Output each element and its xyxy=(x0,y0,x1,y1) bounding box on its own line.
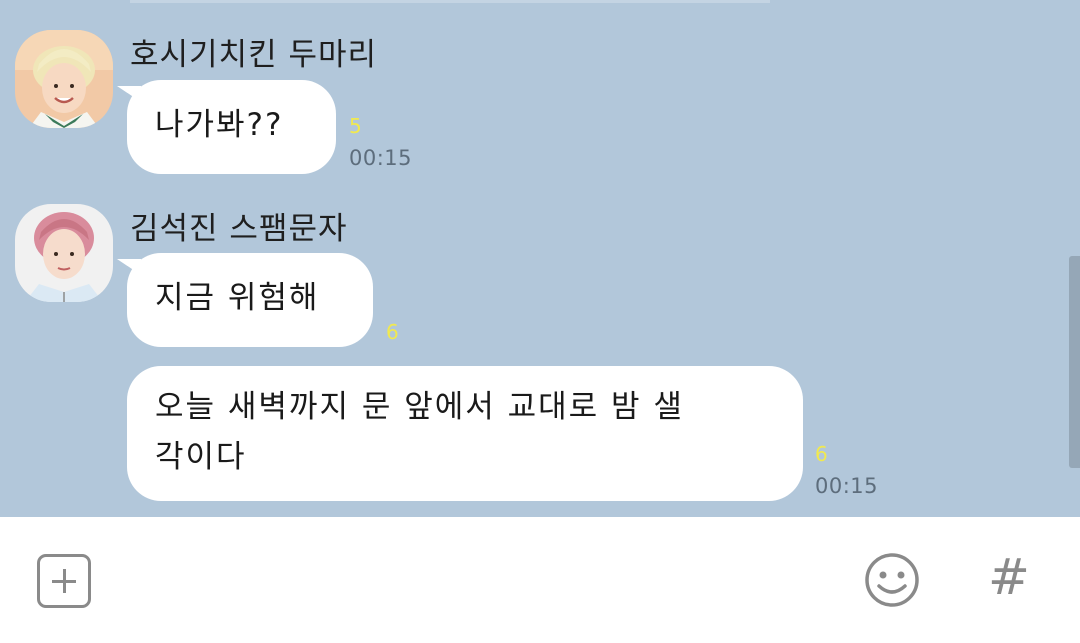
message-text: 나가봐?? xyxy=(155,107,284,143)
sender-name-1: 호시기치킨 두마리 xyxy=(130,37,378,73)
message-bubble-1[interactable]: 나가봐?? xyxy=(117,80,336,174)
message-bubble-3[interactable]: 오늘 새벽까지 문 앞에서 교대로 밤 샐 각이다 xyxy=(127,366,803,501)
plus-square-icon[interactable] xyxy=(37,554,91,608)
avatar-blonde-boy-icon xyxy=(15,30,113,128)
unread-count: 5 xyxy=(349,114,362,138)
message-time: 00:15 xyxy=(815,474,879,498)
sender-name-2: 김석진 스팸문자 xyxy=(130,211,348,247)
avatar-pink-hair-boy-icon xyxy=(15,204,113,302)
unread-count: 6 xyxy=(815,442,828,466)
message-text: 지금 위험해 xyxy=(155,280,320,316)
message-text-line-2: 각이다 xyxy=(155,439,247,475)
unread-count: 6 xyxy=(386,320,399,344)
scrollbar-thumb[interactable] xyxy=(1069,256,1080,468)
message-text-line-1: 오늘 새벽까지 문 앞에서 교대로 밤 샐 xyxy=(155,389,684,425)
message-input-bar[interactable]: # xyxy=(0,517,1080,643)
message-bubble-2[interactable]: 지금 위험해 xyxy=(117,253,373,347)
hash-icon[interactable]: # xyxy=(987,552,1031,602)
sender-avatar-1[interactable] xyxy=(15,30,113,128)
message-time: 00:15 xyxy=(349,146,413,170)
sender-avatar-2[interactable] xyxy=(15,204,113,302)
smiley-icon[interactable] xyxy=(864,552,920,608)
chat-area[interactable]: 호시기치킨 두마리 나가봐?? 5 00:15 김석진 스팸문자 지금 위험해 … xyxy=(0,0,1080,517)
previous-message-edge xyxy=(130,0,770,3)
